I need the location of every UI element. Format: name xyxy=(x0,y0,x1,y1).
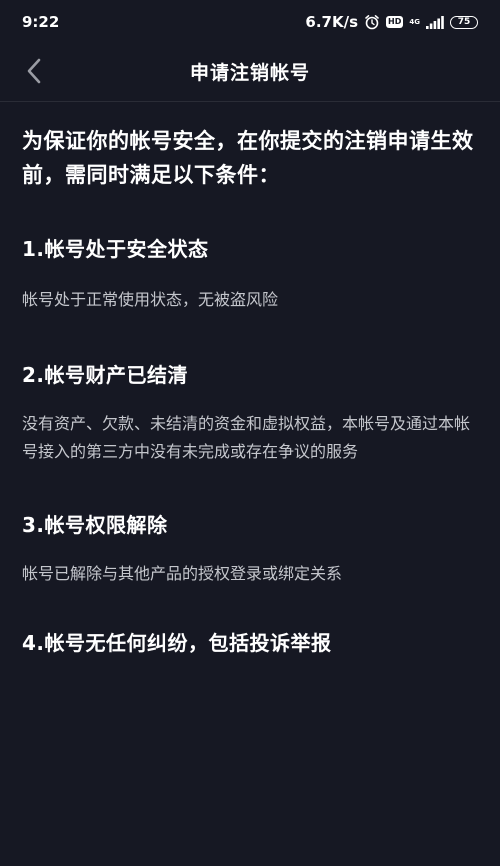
section-body-1: 帐号处于正常使用状态，无被盗风险 xyxy=(22,290,279,309)
battery-icon: 75 xyxy=(450,15,478,29)
nav-bar: 申请注销帐号 xyxy=(0,44,500,102)
alarm-icon xyxy=(364,14,380,30)
section-body-2: 没有资产、欠款、未结清的资金和虚拟权益，本帐号及通过本帐号接入的第三方中没有未完… xyxy=(22,414,471,461)
network-type-label: 4G xyxy=(409,17,420,26)
network-type: 4G xyxy=(409,17,420,26)
hd-icon: HD xyxy=(386,16,404,28)
back-button[interactable] xyxy=(16,54,52,92)
battery-level: 75 xyxy=(457,17,471,27)
status-icons: 6.7K/s HD 4G 75 xyxy=(305,13,478,31)
net-speed: 6.7K/s xyxy=(305,13,359,31)
section-heading-3: 3.帐号权限解除 xyxy=(22,513,168,537)
section-heading-4: 4.帐号无任何纠纷，包括投诉举报 xyxy=(22,631,332,655)
signal-icon xyxy=(426,15,444,29)
content: 为保证你的帐号安全，在你提交的注销申请生效前，需同时满足以下条件： 1.帐号处于… xyxy=(22,124,482,658)
page-title: 申请注销帐号 xyxy=(189,62,310,84)
intro-text: 为保证你的帐号安全，在你提交的注销申请生效前，需同时满足以下条件： xyxy=(22,129,474,187)
section-heading-2: 2.帐号财产已结清 xyxy=(22,363,189,387)
status-time: 9:22 xyxy=(22,13,60,31)
status-bar: 9:22 6.7K/s HD 4G 75 xyxy=(0,0,500,44)
section-body-3: 帐号已解除与其他产品的授权登录或绑定关系 xyxy=(22,564,343,583)
chevron-left-icon xyxy=(26,58,42,88)
section-heading-1: 1.帐号处于安全状态 xyxy=(22,237,209,261)
